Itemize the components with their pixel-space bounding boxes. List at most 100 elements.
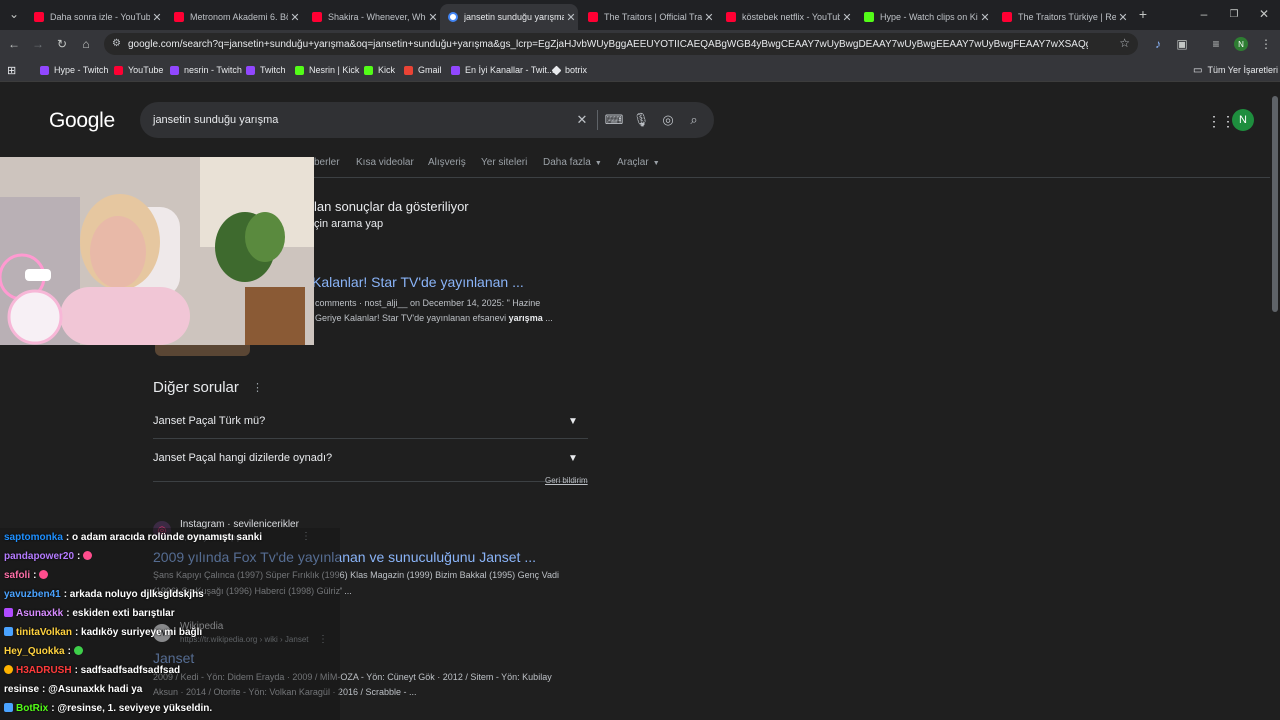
chat-message: saptomonka: o adam aracıda rolünde oynam… [4, 532, 262, 543]
snippet-end: ... [542, 313, 553, 323]
chat-text: : @Asunaxkk hadi ya [42, 684, 143, 695]
profile-avatar[interactable]: N [1234, 37, 1248, 51]
reload-icon[interactable]: ↻ [54, 36, 70, 52]
chat-message: yavuzben41: arkada noluyo djlksgldskjhs [4, 589, 204, 600]
bookmark-star-icon[interactable]: ☆ [1119, 36, 1130, 50]
paa-question-2[interactable]: Janset Paçal hangi dizilerde oynadı? ▼ [153, 439, 588, 482]
bookmark-label: Kick [378, 65, 396, 75]
maximize-button[interactable]: ❐ [1226, 6, 1242, 22]
chat-message: Asunaxkk: eskiden exti barıştılar [4, 608, 175, 619]
microphone-icon[interactable]: 🎙 [633, 112, 650, 127]
tab-search-icon[interactable]: ⌄ [6, 6, 22, 22]
media-controls-icon[interactable]: ≡ [1208, 36, 1224, 52]
bookmark-item[interactable]: botrix [551, 63, 588, 77]
bookmark-label: En İyi Kanallar - Twit... [465, 65, 555, 75]
minimize-button[interactable]: – [1196, 6, 1212, 22]
chat-text: : sadfsadfsadfsadfsad [74, 665, 181, 676]
tab-places[interactable]: Yer siteleri [481, 157, 527, 168]
site-info-icon[interactable]: ⚙ [112, 38, 121, 49]
tab-title: Metronom Akademi 6. Bö [190, 12, 288, 22]
tab-8[interactable]: The Traitors Türkiye | Resm ✕ [994, 4, 1130, 30]
url-text: google.com/search?q=jansetin+sunduğu+yar… [128, 38, 1088, 50]
chat-username: BotRix [16, 703, 49, 714]
all-bookmarks-button[interactable]: ▭ Tüm Yer İşaretleri [1193, 63, 1278, 77]
close-icon[interactable]: ✕ [978, 11, 992, 24]
bookmark-item[interactable]: nesrin - Twitch [170, 63, 242, 77]
chat-message: Hey_Quokka: [4, 646, 86, 657]
tab-1[interactable]: Daha sonra izle - YouTube ✕ [26, 4, 164, 30]
tab-3[interactable]: Shakira - Whenever, Whe ✕ [304, 4, 440, 30]
close-icon[interactable]: ✕ [150, 11, 164, 24]
scrollbar-thumb[interactable] [1272, 96, 1278, 312]
tab-2[interactable]: Metronom Akademi 6. Bö ✕ [166, 4, 302, 30]
apps-icon[interactable]: ⊞ [7, 63, 16, 77]
menu-icon[interactable]: ⋮ [1258, 36, 1274, 52]
kick-icon [364, 65, 373, 75]
emote-icon [83, 551, 93, 560]
chevron-down-icon[interactable]: ▼ [564, 449, 582, 467]
google-apps-icon[interactable]: ⋮⋮ [1207, 113, 1235, 130]
bookmark-item[interactable]: Kick [364, 63, 395, 77]
botrix-icon [551, 65, 562, 75]
emote-icon [73, 646, 83, 655]
tab-5[interactable]: The Traitors | Official Traile ✕ [580, 4, 716, 30]
result-1-title[interactable]: Kalanlar! Star TV'de yayınlanan ... [312, 274, 524, 290]
more-options-icon[interactable]: ⋮ [252, 381, 263, 394]
google-logo[interactable]: Google [49, 109, 115, 133]
youtube-icon [1002, 12, 1012, 22]
lens-icon[interactable]: ◎ [661, 112, 675, 127]
bookmark-item[interactable]: En İyi Kanallar - Twit... [451, 63, 554, 77]
google-icon [448, 12, 458, 22]
search-icon[interactable]: ⌕ [687, 112, 701, 127]
close-icon[interactable]: ✕ [288, 11, 302, 24]
page-scrollbar[interactable] [1270, 82, 1280, 720]
tab-tools[interactable]: Araçlar ▼ [617, 157, 660, 168]
tab-4-active[interactable]: jansetin sunduğu yarışma ✕ [440, 4, 578, 30]
close-icon[interactable]: ✕ [840, 11, 854, 24]
close-icon[interactable]: ✕ [426, 11, 440, 24]
streamer-webcam-image [0, 157, 314, 345]
tab-short-videos[interactable]: Kısa videolar [356, 157, 414, 168]
search-input[interactable]: jansetin sunduğu yarışma [153, 114, 278, 126]
bookmark-item[interactable]: Hype - Twitch [40, 63, 108, 77]
bookmark-label: botrix [565, 65, 588, 75]
address-bar[interactable]: ⚙ google.com/search?q=jansetin+sunduğu+y… [104, 33, 1138, 55]
chat-username: resinse [4, 684, 40, 695]
forward-icon[interactable]: → [30, 36, 46, 52]
close-icon[interactable]: ✕ [564, 11, 578, 24]
tab-more[interactable]: Daha fazla ▼ [543, 157, 602, 168]
result-1-thumbnail[interactable] [155, 344, 250, 356]
paa-question-1[interactable]: Janset Paçal Türk mü? ▼ [153, 402, 588, 439]
tab-7[interactable]: Hype - Watch clips on Kic ✕ [856, 4, 992, 30]
keyboard-icon[interactable]: ⌨ [605, 112, 624, 127]
new-tab-button[interactable]: + [1135, 6, 1151, 22]
tab-6[interactable]: köstebek netflix - YouTub ✕ [718, 4, 854, 30]
tab-news[interactable]: berler [314, 157, 340, 168]
close-icon[interactable]: ✕ [702, 11, 716, 24]
tab-shopping[interactable]: Alışveriş [428, 157, 466, 168]
bookmark-item[interactable]: Nesrin | Kick [295, 63, 359, 77]
chat-text: : kadıköy suriyeye mi bağlı [74, 627, 203, 638]
close-window-button[interactable]: ✕ [1256, 6, 1272, 22]
chat-message: safoli: [4, 570, 51, 581]
chat-message: BotRix: @resinse, 1. seviyeye yükseldin. [4, 703, 212, 714]
account-avatar[interactable]: N [1232, 109, 1254, 131]
bookmarks-bar: ⊞ Hype - Twitch YouTube nesrin - Twitch … [0, 58, 1280, 82]
chat-text: : o adam aracıda rolünde oynamıştı sanki [65, 532, 263, 543]
search-instead-link[interactable]: çin arama yap [314, 218, 383, 230]
youtube-icon [312, 12, 322, 22]
close-icon[interactable]: ✕ [1116, 11, 1130, 24]
bookmark-item[interactable]: YouTube [114, 63, 163, 77]
clear-icon[interactable]: ✕ [575, 112, 589, 127]
home-icon[interactable]: ⌂ [78, 36, 94, 52]
extensions-icon[interactable]: ▣ [1174, 36, 1190, 52]
back-icon[interactable]: ← [6, 36, 22, 52]
bookmark-item[interactable]: Gmail [404, 63, 442, 77]
audio-playing-icon[interactable]: ♪ [1150, 36, 1166, 52]
chat-username: pandapower20 [4, 551, 75, 562]
chat-text: : [33, 570, 37, 581]
chevron-down-icon[interactable]: ▼ [564, 412, 582, 430]
bookmark-item[interactable]: Twitch [246, 63, 286, 77]
kick-icon [864, 12, 874, 22]
feedback-link[interactable]: Geri bildirim [545, 476, 588, 485]
